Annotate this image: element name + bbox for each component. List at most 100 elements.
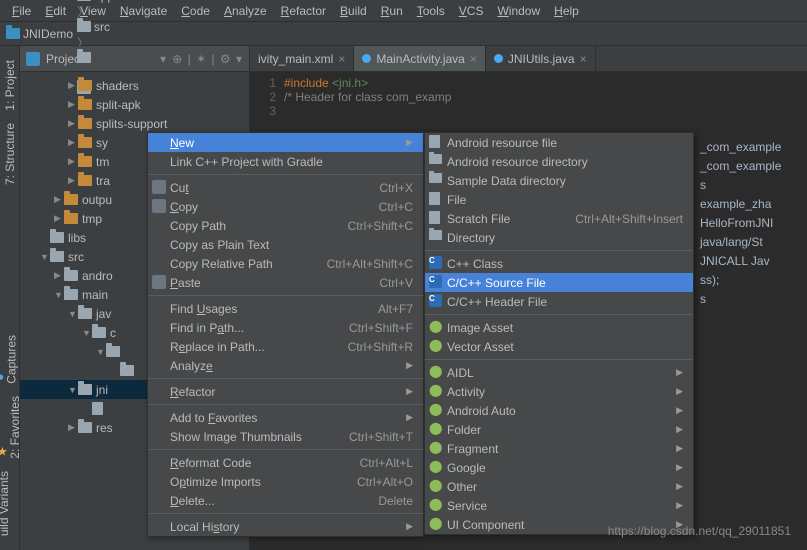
menu-item[interactable]: Directory bbox=[425, 228, 693, 247]
editor-tab[interactable]: ivity_main.xml× bbox=[250, 46, 354, 71]
menu-item[interactable]: Replace in Path...Ctrl+Shift+R bbox=[148, 337, 423, 356]
menu-analyze[interactable]: Analyze bbox=[218, 2, 273, 20]
tree-twisty-icon[interactable]: ▶ bbox=[54, 270, 64, 281]
tree-twisty-icon[interactable]: ▼ bbox=[40, 252, 50, 262]
folder-icon bbox=[429, 230, 442, 240]
folder-icon bbox=[64, 194, 82, 205]
android-icon: ⬤ bbox=[429, 365, 442, 377]
menu-item[interactable]: ⬤Image Asset bbox=[425, 318, 693, 337]
side-tab[interactable]: 7: Structure bbox=[1, 117, 19, 191]
menu-item[interactable]: Find in Path...Ctrl+Shift+F bbox=[148, 318, 423, 337]
tree-node[interactable]: ▶splits-support bbox=[20, 114, 249, 133]
tree-twisty-icon[interactable]: ▼ bbox=[54, 290, 64, 300]
submenu-arrow-icon: ▶ bbox=[406, 137, 413, 148]
menu-item[interactable]: CutCtrl+X bbox=[148, 178, 423, 197]
menu-build[interactable]: Build bbox=[334, 2, 373, 20]
close-tab-icon[interactable]: × bbox=[580, 52, 587, 66]
menu-item[interactable]: Copy PathCtrl+Shift+C bbox=[148, 216, 423, 235]
menu-vcs[interactable]: VCS bbox=[453, 2, 490, 20]
close-tab-icon[interactable]: × bbox=[338, 52, 345, 66]
menu-code[interactable]: Code bbox=[175, 2, 216, 20]
side-tab[interactable]: Captures bbox=[0, 329, 20, 390]
menu-item[interactable]: CC/C++ Source File bbox=[425, 273, 693, 292]
menu-item[interactable]: Optimize ImportsCtrl+Alt+O bbox=[148, 472, 423, 491]
tree-node[interactable]: ▶split-apk bbox=[20, 95, 249, 114]
project-panel-header: Project ▾ ⊕ | ✶ | ⚙ ▾ bbox=[20, 46, 249, 72]
menu-item[interactable]: CopyCtrl+C bbox=[148, 197, 423, 216]
menu-item[interactable]: File bbox=[425, 190, 693, 209]
editor-tab[interactable]: MainActivity.java× bbox=[354, 46, 486, 71]
tree-twisty-icon[interactable]: ▶ bbox=[68, 156, 78, 167]
folder-icon bbox=[78, 308, 96, 319]
tree-twisty-icon[interactable]: ▶ bbox=[68, 137, 78, 148]
menu-item[interactable]: ⬤Other▶ bbox=[425, 477, 693, 496]
tree-twisty-icon[interactable]: ▶ bbox=[68, 422, 78, 433]
menu-item[interactable]: New▶ bbox=[148, 133, 423, 152]
menu-item[interactable]: ⬤AIDL▶ bbox=[425, 363, 693, 382]
menu-item[interactable]: ⬤Android Auto▶ bbox=[425, 401, 693, 420]
menu-item[interactable]: Scratch FileCtrl+Alt+Shift+Insert bbox=[425, 209, 693, 228]
tree-twisty-icon[interactable]: ▶ bbox=[68, 118, 78, 129]
menu-file[interactable]: File bbox=[6, 2, 37, 20]
menu-item[interactable]: Add to Favorites▶ bbox=[148, 408, 423, 427]
menu-refactor[interactable]: Refactor bbox=[275, 2, 332, 20]
menu-item[interactable]: ⬤Vector Asset bbox=[425, 337, 693, 356]
menu-item[interactable]: CC/C++ Header File bbox=[425, 292, 693, 311]
menu-navigate[interactable]: Navigate bbox=[114, 2, 173, 20]
menu-item[interactable]: PasteCtrl+V bbox=[148, 273, 423, 292]
submenu-arrow-icon: ▶ bbox=[406, 521, 413, 532]
editor-tab[interactable]: JNIUtils.java× bbox=[486, 46, 596, 71]
menu-item[interactable]: Analyze▶ bbox=[148, 356, 423, 375]
panel-dropdown-icon[interactable]: ▾ bbox=[160, 52, 166, 66]
side-tab[interactable]: uild Variants bbox=[0, 465, 13, 542]
tree-twisty-icon[interactable]: ▼ bbox=[68, 309, 78, 319]
folder-icon bbox=[78, 80, 96, 91]
menu-item[interactable]: Reformat CodeCtrl+Alt+L bbox=[148, 453, 423, 472]
menu-item[interactable]: Local History▶ bbox=[148, 517, 423, 536]
tree-twisty-icon[interactable]: ▶ bbox=[54, 213, 64, 224]
android-icon: ⬤ bbox=[429, 403, 442, 415]
tree-twisty-icon[interactable]: ▼ bbox=[96, 347, 106, 357]
menu-edit[interactable]: Edit bbox=[39, 2, 72, 20]
menu-item[interactable]: Link C++ Project with Gradle bbox=[148, 152, 423, 171]
tree-twisty-icon[interactable]: ▼ bbox=[68, 385, 78, 395]
tree-twisty-icon[interactable]: ▶ bbox=[68, 99, 78, 110]
tree-twisty-icon[interactable]: ▼ bbox=[82, 328, 92, 338]
menu-item[interactable]: Refactor▶ bbox=[148, 382, 423, 401]
side-tab[interactable]: 2: Favorites bbox=[0, 390, 24, 465]
breadcrumb-item[interactable]: app bbox=[77, 0, 120, 3]
folder-icon bbox=[64, 289, 82, 300]
menu-item[interactable]: Sample Data directory bbox=[425, 171, 693, 190]
menu-help[interactable]: Help bbox=[548, 2, 585, 20]
menu-item[interactable]: Show Image ThumbnailsCtrl+Shift+T bbox=[148, 427, 423, 446]
menu-item[interactable]: Android resource file bbox=[425, 133, 693, 152]
folder-icon bbox=[64, 270, 82, 281]
menu-item[interactable]: ⬤Activity▶ bbox=[425, 382, 693, 401]
menu-item[interactable]: ⬤Service▶ bbox=[425, 496, 693, 515]
menu-item[interactable]: CC++ Class bbox=[425, 254, 693, 273]
tree-twisty-icon[interactable]: ▶ bbox=[68, 175, 78, 186]
close-tab-icon[interactable]: × bbox=[470, 52, 477, 66]
menu-item[interactable]: Copy as Plain Text bbox=[148, 235, 423, 254]
menu-run[interactable]: Run bbox=[375, 2, 409, 20]
menu-window[interactable]: Window bbox=[491, 2, 546, 20]
breadcrumb-project[interactable]: JNIDemo bbox=[6, 27, 73, 41]
menu-item[interactable]: Copy Relative PathCtrl+Alt+Shift+C bbox=[148, 254, 423, 273]
panel-tools[interactable]: ⊕ | ✶ | ⚙ ▾ bbox=[172, 52, 243, 66]
menu-tools[interactable]: Tools bbox=[411, 2, 451, 20]
tree-twisty-icon[interactable]: ▶ bbox=[54, 194, 64, 205]
folder-icon bbox=[78, 175, 96, 186]
panel-title[interactable]: Project bbox=[46, 52, 154, 66]
menu-item[interactable]: Android resource directory bbox=[425, 152, 693, 171]
side-tab[interactable]: 1: Project bbox=[1, 54, 19, 117]
submenu-arrow-icon: ▶ bbox=[676, 367, 683, 378]
menu-item[interactable]: ⬤Google▶ bbox=[425, 458, 693, 477]
menu-item[interactable]: Find UsagesAlt+F7 bbox=[148, 299, 423, 318]
menu-item[interactable]: ⬤UI Component▶ bbox=[425, 515, 693, 534]
menu-item[interactable]: ⬤Fragment▶ bbox=[425, 439, 693, 458]
breadcrumb-item[interactable]: src bbox=[77, 20, 120, 34]
tree-node[interactable]: ▶shaders bbox=[20, 76, 249, 95]
menu-item[interactable]: ⬤Folder▶ bbox=[425, 420, 693, 439]
menu-item[interactable]: Delete...Delete bbox=[148, 491, 423, 510]
folder-icon bbox=[78, 156, 96, 167]
